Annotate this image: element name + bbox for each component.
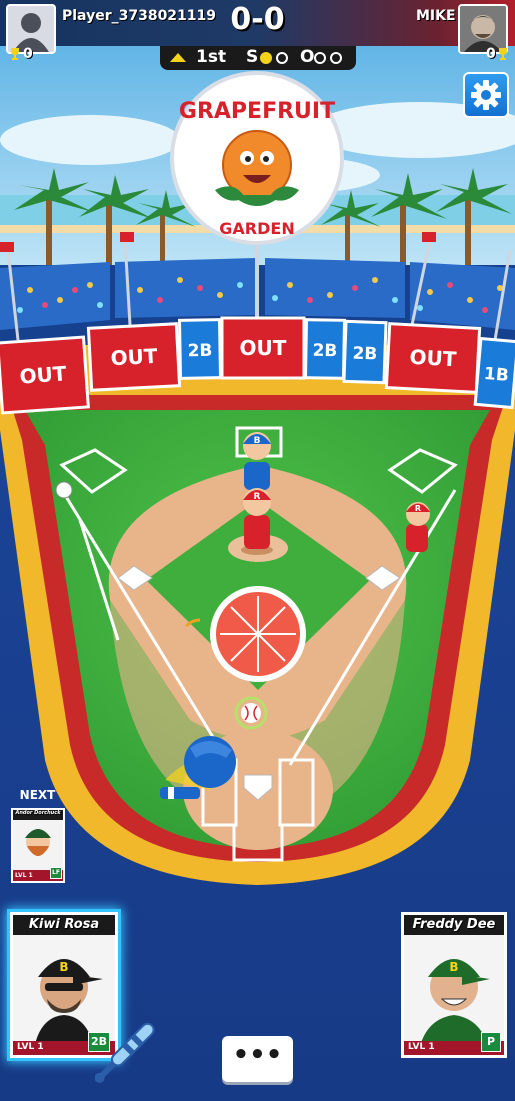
- trophy-icon: [499, 48, 507, 60]
- wall-target-2b: 2B: [303, 318, 347, 380]
- next-batter-card[interactable]: Andor Dorchuck LVL 1 LF: [11, 808, 65, 883]
- inning-status-bar: 1st S O: [160, 46, 356, 70]
- trophy-count-left: 0: [23, 46, 33, 62]
- stadium-sign-title: GRAPEFRUIT: [179, 99, 335, 124]
- fielder-cap-letter: R: [254, 492, 261, 502]
- wall-target-out: OUT: [86, 322, 182, 392]
- player-name-left: Player_3738021119: [62, 8, 217, 24]
- pitcher-card[interactable]: B Freddy Dee LVL 1 P: [401, 912, 507, 1058]
- trophy-count-right: 0: [486, 46, 496, 62]
- out-dot: [314, 52, 326, 64]
- strike-dot: [260, 52, 272, 64]
- strikes-label: S: [246, 47, 259, 67]
- opponent-photo: [460, 6, 506, 52]
- strike-dot: [276, 52, 288, 64]
- wall-target-out: OUT: [384, 322, 482, 394]
- wall-target-label: OUT: [409, 345, 457, 371]
- batter-card-name: Kiwi Rosa: [28, 917, 100, 932]
- wall-target-out: OUT: [0, 335, 90, 415]
- svg-text:B: B: [449, 960, 458, 974]
- wall-target-2b: 2B: [342, 319, 388, 385]
- wall-target-out: OUT: [220, 316, 306, 380]
- stadium-sign-subtitle: GARDEN: [219, 219, 294, 238]
- wall-target-label: OUT: [110, 344, 158, 370]
- player-name-right: MIKE: [416, 8, 456, 24]
- chat-dots-icon: •••: [232, 1040, 283, 1070]
- foul-ball: [55, 481, 73, 499]
- next-batter-heading: NEXT: [19, 788, 56, 802]
- mound-grapefruit-logo: [210, 586, 306, 682]
- wall-target-label: 2B: [312, 341, 337, 361]
- score: 0-0: [230, 2, 285, 37]
- bat-icon[interactable]: [95, 1018, 155, 1084]
- wall-target-label: 1B: [483, 364, 509, 386]
- wall-target-label: 2B: [187, 341, 212, 361]
- next-batter-level: LVL 1: [15, 872, 33, 879]
- next-batter-name: Andor Dorchuck: [15, 810, 61, 816]
- chat-button[interactable]: •••: [222, 1036, 293, 1082]
- pitcher-card-name: Freddy Dee: [412, 917, 496, 932]
- fielder-cap-letter: B: [254, 436, 261, 446]
- outs-label: O: [300, 47, 315, 67]
- pitcher-card-position: P: [481, 1032, 501, 1052]
- next-batter-position: LF: [50, 867, 62, 879]
- wall-target-2b: 2B: [177, 318, 223, 380]
- inning-label: 1st: [196, 47, 227, 67]
- batter-card-level: LVL 1: [17, 1042, 44, 1052]
- pitcher-card-level: LVL 1: [408, 1042, 435, 1052]
- fielder-cap-letter: R: [415, 504, 421, 513]
- wall-target-label: OUT: [240, 336, 287, 360]
- trophy-icon: [11, 48, 19, 60]
- out-dot: [330, 52, 342, 64]
- wall-target-1b: 1B: [473, 336, 515, 410]
- inning-top-arrow-icon: [170, 53, 186, 62]
- wall-target-label: 2B: [352, 344, 377, 365]
- gear-icon: [471, 80, 501, 110]
- settings-button[interactable]: [463, 72, 509, 118]
- svg-text:B: B: [59, 960, 68, 974]
- wall-target-label: OUT: [19, 361, 68, 388]
